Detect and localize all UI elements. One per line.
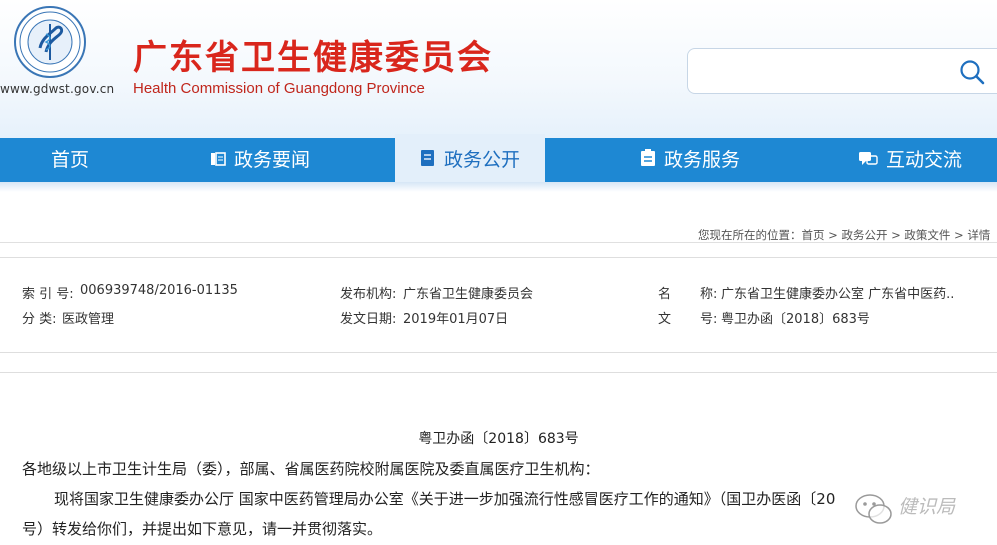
nav-item-services[interactable]: 政务服务	[620, 138, 760, 182]
search-icon[interactable]	[958, 58, 986, 86]
nav-item-open-affairs[interactable]: 政务公开	[395, 134, 545, 183]
watermark-text: 健识局	[898, 496, 956, 518]
breadcrumb-prefix: 您现在所在的位置：	[698, 228, 802, 242]
docno-label-second: 号:	[700, 312, 718, 327]
search-box	[687, 48, 997, 94]
breadcrumb-separator: >	[824, 228, 842, 242]
nav-label: 政务公开	[443, 149, 520, 171]
nav-label: 互动交流	[885, 149, 962, 171]
article-paragraph-line1: 现将国家卫生健康委办公厅 国家中医药管理局办公室《关于进一步加强流行性感冒医疗工…	[54, 490, 836, 508]
index-label: 索 引 号:	[22, 287, 74, 302]
article-doc-number: 粤卫办函〔2018〕683号	[418, 431, 579, 447]
category-label: 分 类:	[22, 312, 57, 327]
news-icon	[210, 139, 226, 183]
nav-item-interaction[interactable]: 互动交流	[840, 138, 980, 182]
document-info-panel	[0, 257, 997, 353]
nav-item-news[interactable]: 政务要闻	[180, 138, 340, 182]
nav-item-home[interactable]: 首页	[0, 138, 140, 182]
name-value: 广东省卫生健康委办公室 广东省中医药..	[721, 287, 955, 302]
site-url: www.gdwst.gov.cn	[0, 82, 115, 96]
name-label-second: 称:	[700, 287, 718, 302]
docno-label-first: 文	[658, 312, 672, 327]
nav-label: 政务要闻	[233, 149, 310, 171]
clipboard-icon	[640, 139, 656, 183]
breadcrumb-divider	[0, 242, 997, 243]
article-paragraph-line2: 号）转发给你们，并提出如下意见，请一并贯彻落实。	[22, 520, 383, 538]
index-value: 006939748/2016-01135	[80, 283, 238, 298]
breadcrumb-separator: >	[887, 228, 905, 242]
date-label: 发文日期:	[340, 312, 397, 327]
site-title-en: Health Commission of Guangdong Province	[133, 80, 425, 97]
nav-label: 首页	[50, 149, 89, 171]
breadcrumb-item-detail: 详情	[967, 228, 991, 242]
publisher-value: 广东省卫生健康委员会	[403, 287, 534, 302]
health-commission-emblem-icon[interactable]	[14, 6, 86, 78]
nav-label: 政务服务	[663, 149, 740, 171]
breadcrumb-item-policy[interactable]: 政策文件	[904, 228, 950, 242]
site-header: www.gdwst.gov.cn 广东省卫生健康委员会 Health Commi…	[0, 0, 997, 138]
document-icon	[420, 139, 436, 183]
category-value: 医政管理	[62, 312, 115, 327]
breadcrumb-separator: >	[950, 228, 968, 242]
publisher-label: 发布机构:	[340, 287, 397, 302]
name-label-first: 名	[658, 287, 672, 302]
main-nav: 首页 政务要闻 政务公开 政务服务 互动交流	[0, 134, 997, 183]
breadcrumb-item-open-affairs[interactable]: 政务公开	[841, 228, 887, 242]
search-input[interactable]	[700, 59, 944, 85]
breadcrumb-item-home[interactable]: 首页	[802, 228, 825, 242]
nav-shadow	[0, 182, 997, 192]
site-title-cn[interactable]: 广东省卫生健康委员会	[133, 30, 493, 79]
article-addressee: 各地级以上市卫生计生局（委），部属、省属医药院校附属医院及委直属医疗卫生机构：	[22, 460, 600, 478]
docno-value: 粤卫办函〔2018〕683号	[721, 312, 870, 327]
breadcrumb: 您现在所在的位置：首页 > 政务公开 > 政策文件 > 详情	[698, 227, 990, 243]
date-value: 2019年01月07日	[403, 312, 509, 327]
chat-icon	[858, 139, 878, 183]
